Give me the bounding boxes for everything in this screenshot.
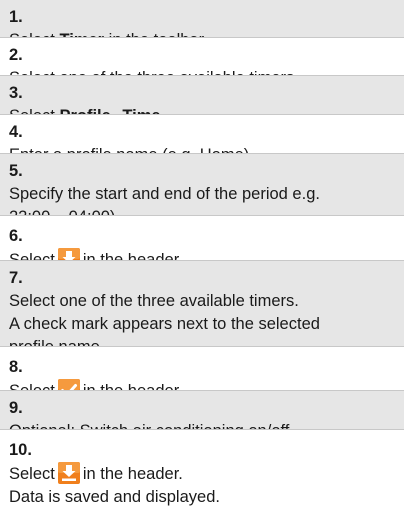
step-7: 7.Select one of the three available time… (0, 261, 404, 356)
step-number: 3. (9, 84, 23, 102)
step-number: 2. (9, 46, 23, 64)
step-number: 1. (9, 8, 23, 26)
step-number: 5. (9, 162, 23, 180)
step-number: 10. (9, 441, 32, 459)
step-9: 9.Optional: Switch air conditioning on/o… (0, 391, 404, 440)
step-number: 4. (9, 123, 23, 141)
step-number: 7. (9, 269, 23, 287)
step-1: 1.Select Timer in the toolbar. (0, 0, 404, 49)
step-text: Select in the header. Data is saved and di… (9, 462, 369, 509)
step-5: 5.Specify the start and end of the perio… (0, 154, 404, 226)
step-4: 4.Enter a profile name (e.g. Home). (0, 115, 404, 164)
step-number: 8. (9, 358, 23, 376)
instruction-steps: 1.Select Timer in the toolbar. 2.Select … (0, 0, 404, 513)
step-10: 10. Select in the header. Data is saved and… (0, 430, 404, 513)
step-8: 8.Selectin the header. (0, 347, 404, 401)
save-download-icon (57, 462, 80, 484)
step-3: 3.Select Profile▸Time. (0, 76, 404, 125)
step-number: 9. (9, 399, 23, 417)
step-number: 6. (9, 227, 23, 245)
step-6: 6.Selectin the header. (0, 216, 404, 270)
step-2: 2.Select one of the three available time… (0, 38, 404, 87)
